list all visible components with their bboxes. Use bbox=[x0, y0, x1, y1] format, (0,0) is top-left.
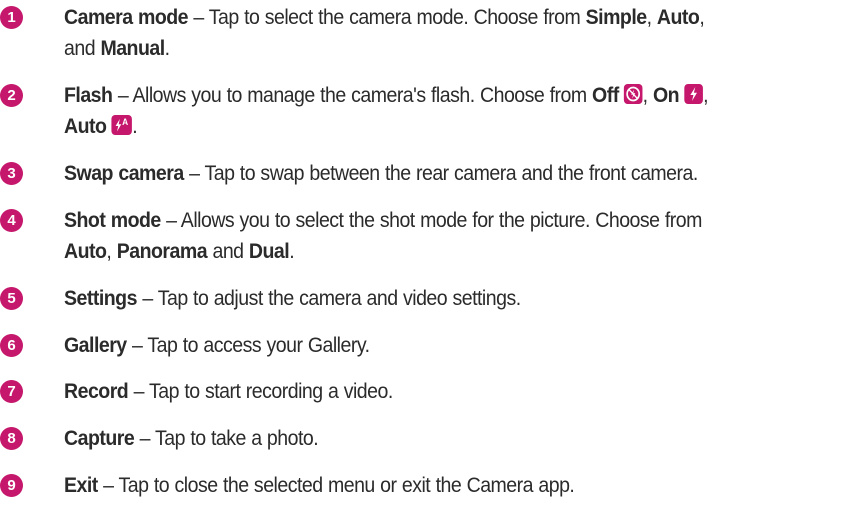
option-auto: Auto bbox=[64, 240, 107, 263]
option-on: On bbox=[652, 84, 680, 107]
item-text: Capture – Tap to take a photo. bbox=[64, 423, 780, 454]
item-title: Record bbox=[64, 380, 129, 403]
separator: – bbox=[134, 427, 155, 450]
option-off: Off bbox=[592, 84, 619, 107]
item-title: Swap camera bbox=[64, 162, 184, 185]
item-description: Allows you to select the shot mode for t… bbox=[180, 209, 703, 232]
number-badge-9: 9 bbox=[0, 474, 23, 497]
separator: – bbox=[126, 334, 148, 357]
item-text: Flash – Allows you to manage the camera'… bbox=[64, 80, 780, 142]
item-title: Exit bbox=[64, 474, 98, 497]
item-text: Exit – Tap to close the selected menu or… bbox=[64, 470, 780, 501]
separator: , bbox=[642, 84, 653, 107]
option-dual: Dual bbox=[248, 240, 290, 263]
number-badge-2: 2 bbox=[0, 84, 23, 107]
number-badge-6: 6 bbox=[0, 334, 23, 357]
number-badge-4: 4 bbox=[0, 209, 23, 232]
item-text: Swap camera – Tap to swap between the re… bbox=[64, 158, 780, 189]
item-description: Tap to take a photo. bbox=[154, 427, 319, 450]
number-badge-5: 5 bbox=[0, 287, 23, 310]
option-auto: Auto bbox=[64, 115, 107, 138]
number-badge-1: 1 bbox=[0, 6, 23, 29]
separator: – bbox=[112, 84, 133, 107]
item-title: Gallery bbox=[64, 334, 127, 357]
item-description: Tap to swap between the rear camera and … bbox=[204, 162, 698, 185]
separator: – bbox=[128, 380, 149, 403]
item-description: Tap to access your Gallery. bbox=[147, 334, 370, 357]
flash-auto-icon: A bbox=[111, 115, 133, 135]
item-description: Tap to adjust the camera and video setti… bbox=[157, 287, 521, 310]
item-description: Tap to close the selected menu or exit t… bbox=[118, 474, 575, 497]
item-description: Allows you to manage the camera's flash.… bbox=[132, 84, 593, 107]
separator: and bbox=[207, 240, 249, 263]
option-panorama: Panorama bbox=[116, 240, 208, 263]
number-badge-7: 7 bbox=[0, 380, 23, 403]
item-title: Camera mode bbox=[64, 6, 189, 29]
item-text: Shot mode – Allows you to select the sho… bbox=[64, 205, 780, 267]
item-title: Shot mode bbox=[64, 209, 161, 232]
camera-controls-list: 1 Camera mode – Tap to select the camera… bbox=[0, 0, 841, 507]
item-description: and bbox=[64, 37, 101, 60]
item-title: Settings bbox=[64, 287, 137, 310]
separator: – bbox=[183, 162, 205, 185]
item-text: Settings – Tap to adjust the camera and … bbox=[64, 283, 780, 314]
separator: . bbox=[132, 115, 138, 138]
number-badge-8: 8 bbox=[0, 427, 23, 450]
separator: – bbox=[188, 6, 209, 29]
flash-on-icon bbox=[684, 84, 704, 104]
item-text: Camera mode – Tap to select the camera m… bbox=[64, 2, 780, 64]
item-description: Tap to start recording a video. bbox=[148, 380, 393, 403]
item-title: Flash bbox=[64, 84, 113, 107]
separator: . bbox=[164, 37, 170, 60]
separator: – bbox=[160, 209, 181, 232]
flash-off-icon bbox=[624, 84, 643, 104]
item-title: Capture bbox=[64, 427, 135, 450]
item-description: Tap to select the camera mode. Choose fr… bbox=[208, 6, 586, 29]
option-manual: Manual bbox=[100, 37, 165, 60]
number-badge-3: 3 bbox=[0, 162, 23, 185]
item-text: Gallery – Tap to access your Gallery. bbox=[64, 330, 780, 361]
separator: . bbox=[289, 240, 295, 263]
option-auto: Auto bbox=[656, 6, 700, 29]
separator: , bbox=[703, 84, 708, 107]
option-simple: Simple bbox=[585, 6, 647, 29]
separator: – bbox=[97, 474, 119, 497]
separator: , bbox=[106, 240, 117, 263]
separator: , bbox=[646, 6, 657, 29]
separator: – bbox=[136, 287, 158, 310]
item-text: Record – Tap to start recording a video. bbox=[64, 376, 780, 407]
separator: , bbox=[699, 6, 705, 29]
auto-letter: A bbox=[123, 117, 130, 127]
